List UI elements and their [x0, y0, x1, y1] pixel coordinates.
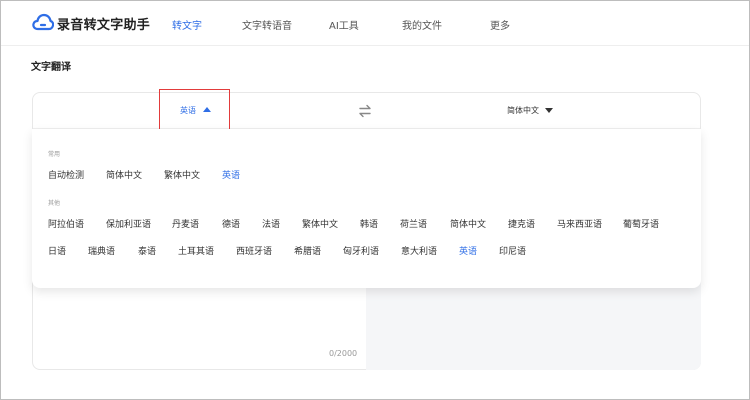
cloud-logo-icon: [32, 13, 54, 31]
nav-item-more[interactable]: 更多: [490, 17, 510, 32]
language-option[interactable]: 意大利语: [401, 244, 437, 257]
language-option[interactable]: 德语: [222, 217, 240, 230]
caret-up-icon: [203, 107, 211, 112]
language-option[interactable]: 自动检测: [48, 168, 84, 181]
language-option[interactable]: 阿拉伯语: [48, 217, 84, 230]
language-option[interactable]: 韩语: [360, 217, 378, 230]
caret-down-icon: [545, 108, 553, 113]
language-option[interactable]: 繁体中文: [164, 168, 200, 181]
swap-languages-icon[interactable]: [358, 104, 372, 118]
language-option[interactable]: 土耳其语: [178, 244, 214, 257]
language-option[interactable]: 日语: [48, 244, 66, 257]
language-option[interactable]: 泰语: [138, 244, 156, 257]
page-title: 文字翻译: [31, 62, 71, 73]
nav-item-speech-to-text[interactable]: 转文字: [172, 17, 202, 32]
nav-item-my-files[interactable]: 我的文件: [402, 17, 442, 32]
language-option[interactable]: 西班牙语: [236, 244, 272, 257]
language-option[interactable]: 保加利亚语: [106, 217, 151, 230]
language-dropdown: 常用 自动检测 简体中文 繁体中文 英语 其他 阿拉伯语 保加利亚语 丹麦语 德…: [32, 129, 701, 288]
language-option[interactable]: 匈牙利语: [343, 244, 379, 257]
language-option[interactable]: 繁体中文: [302, 217, 338, 230]
char-count: 0/2000: [329, 349, 358, 358]
language-option[interactable]: 瑞典语: [88, 244, 115, 257]
language-option-selected[interactable]: 英语: [459, 244, 477, 257]
language-option[interactable]: 法语: [262, 217, 280, 230]
target-language-label: 简体中文: [507, 106, 539, 115]
language-option[interactable]: 荷兰语: [400, 217, 427, 230]
top-header: 录音转文字助手 转文字 文字转语音 AI工具 我的文件 更多: [0, 0, 750, 46]
language-option[interactable]: 简体中文: [106, 168, 142, 181]
nav-item-ai-tools[interactable]: AI工具: [329, 17, 359, 32]
language-option[interactable]: 葡萄牙语: [623, 217, 659, 230]
source-language-label: 英语: [180, 106, 196, 115]
language-option[interactable]: 马来西亚语: [557, 217, 602, 230]
language-option[interactable]: 丹麦语: [172, 217, 199, 230]
source-language-selector[interactable]: 英语: [159, 89, 230, 131]
group-label-other: 其他: [48, 200, 61, 207]
app-title: 录音转文字助手: [57, 18, 151, 33]
language-option[interactable]: 捷克语: [508, 217, 535, 230]
language-option[interactable]: 印尼语: [499, 244, 526, 257]
language-option[interactable]: 希腊语: [294, 244, 321, 257]
group-label-common: 常用: [48, 151, 61, 158]
nav-item-text-to-speech[interactable]: 文字转语音: [242, 17, 292, 32]
language-option-selected[interactable]: 英语: [222, 168, 240, 181]
language-option[interactable]: 简体中文: [450, 217, 486, 230]
target-language-selector[interactable]: 简体中文: [507, 105, 553, 116]
